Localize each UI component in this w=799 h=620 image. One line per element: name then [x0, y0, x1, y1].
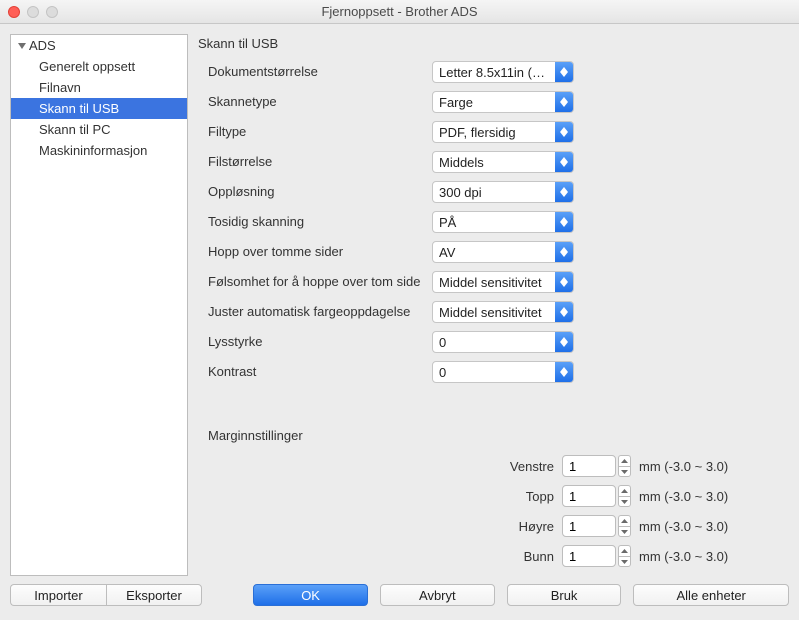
blanksens-label: Følsomhet for å hoppe over tom side [208, 274, 432, 290]
stepper-up-button[interactable] [618, 515, 631, 526]
close-window-button[interactable] [8, 6, 20, 18]
chevron-updown-icon [555, 362, 573, 382]
scantype-label: Skannetype [208, 94, 432, 110]
duplex-select[interactable]: PÅ [432, 211, 574, 233]
margin-bottom-label: Bunn [494, 549, 554, 564]
main-panel: Skann til USB Dokumentstørrelse Letter 8… [198, 34, 789, 576]
stepper-up-button[interactable] [618, 545, 631, 556]
chevron-updown-icon [555, 272, 573, 292]
chevron-updown-icon [555, 182, 573, 202]
stepper-down-button[interactable] [618, 496, 631, 507]
margin-top-unit: mm (-3.0 ~ 3.0) [639, 489, 749, 504]
margins-title: Marginnstillinger [208, 428, 432, 444]
autocolor-select[interactable]: Middel sensitivitet [432, 301, 574, 323]
resolution-label: Oppløsning [208, 184, 432, 200]
import-button[interactable]: Importer [10, 584, 106, 606]
sidebar: ADS Generelt oppsett Filnavn Skann til U… [10, 34, 188, 576]
sidebar-item-scan-usb[interactable]: Skann til USB [11, 98, 187, 119]
scantype-select[interactable]: Farge [432, 91, 574, 113]
chevron-updown-icon [555, 92, 573, 112]
sidebar-item-machine-info[interactable]: Maskininformasjon [11, 140, 187, 161]
margin-right-label: Høyre [494, 519, 554, 534]
title-bar: Fjernoppsett - Brother ADS [0, 0, 799, 24]
docsize-select[interactable]: Letter 8.5x11in (… [432, 61, 574, 83]
sidebar-item-scan-pc[interactable]: Skann til PC [11, 119, 187, 140]
cancel-button[interactable]: Avbryt [380, 584, 495, 606]
disclosure-triangle-icon [17, 41, 27, 51]
filesize-label: Filstørrelse [208, 154, 432, 170]
stepper-up-button[interactable] [618, 455, 631, 466]
margin-right-unit: mm (-3.0 ~ 3.0) [639, 519, 749, 534]
chevron-updown-icon [555, 62, 573, 82]
footer: Importer Eksporter OK Avbryt Bruk Alle e… [0, 584, 799, 616]
autocolor-label: Juster automatisk fargeoppdagelse [208, 304, 432, 320]
export-button[interactable]: Eksporter [106, 584, 202, 606]
filesize-select[interactable]: Middels [432, 151, 574, 173]
zoom-window-button[interactable] [46, 6, 58, 18]
margin-left-input[interactable] [562, 455, 616, 477]
sidebar-root-label: ADS [29, 38, 56, 53]
brightness-select[interactable]: 0 [432, 331, 574, 353]
skipblank-label: Hopp over tomme sider [208, 244, 432, 260]
blanksens-select[interactable]: Middel sensitivitet [432, 271, 574, 293]
chevron-updown-icon [555, 302, 573, 322]
sidebar-root[interactable]: ADS [11, 35, 187, 56]
section-title: Skann til USB [198, 34, 789, 57]
sidebar-item-filename[interactable]: Filnavn [11, 77, 187, 98]
docsize-label: Dokumentstørrelse [208, 64, 432, 80]
duplex-label: Tosidig skanning [208, 214, 432, 230]
chevron-updown-icon [555, 242, 573, 262]
contrast-label: Kontrast [208, 364, 432, 380]
margin-left-unit: mm (-3.0 ~ 3.0) [639, 459, 749, 474]
stepper-down-button[interactable] [618, 556, 631, 567]
margin-bottom-unit: mm (-3.0 ~ 3.0) [639, 549, 749, 564]
filetype-select[interactable]: PDF, flersidig [432, 121, 574, 143]
apply-button[interactable]: Bruk [507, 584, 622, 606]
resolution-select[interactable]: 300 dpi [432, 181, 574, 203]
margin-left-label: Venstre [494, 459, 554, 474]
chevron-updown-icon [555, 332, 573, 352]
contrast-select[interactable]: 0 [432, 361, 574, 383]
stepper-down-button[interactable] [618, 466, 631, 477]
margin-top-input[interactable] [562, 485, 616, 507]
all-devices-button[interactable]: Alle enheter [633, 584, 789, 606]
margin-right-input[interactable] [562, 515, 616, 537]
margin-top-label: Topp [494, 489, 554, 504]
stepper-down-button[interactable] [618, 526, 631, 537]
window-title: Fjernoppsett - Brother ADS [0, 4, 799, 19]
sidebar-item-general[interactable]: Generelt oppsett [11, 56, 187, 77]
brightness-label: Lysstyrke [208, 334, 432, 350]
chevron-updown-icon [555, 122, 573, 142]
chevron-updown-icon [555, 152, 573, 172]
margin-bottom-input[interactable] [562, 545, 616, 567]
window-controls [8, 6, 58, 18]
filetype-label: Filtype [208, 124, 432, 140]
stepper-up-button[interactable] [618, 485, 631, 496]
chevron-updown-icon [555, 212, 573, 232]
minimize-window-button[interactable] [27, 6, 39, 18]
ok-button[interactable]: OK [253, 584, 368, 606]
skipblank-select[interactable]: AV [432, 241, 574, 263]
